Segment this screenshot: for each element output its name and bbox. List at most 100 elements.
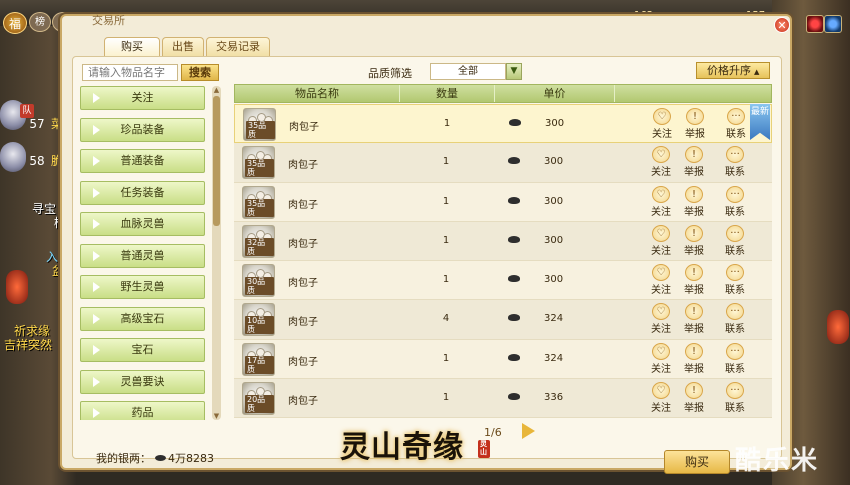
follow-button[interactable]: ♡ 关注 bbox=[644, 342, 678, 375]
item-price: 300 bbox=[544, 156, 564, 168]
follow-button[interactable]: ♡ 关注 bbox=[644, 303, 678, 335]
table-row[interactable]: 35品质 肉包子 1 300 ♡ 关注! 举报 ··· 联系 bbox=[234, 182, 772, 222]
sort-price-button[interactable]: 价格升序 ▲ bbox=[696, 62, 770, 79]
report-button[interactable]: ! 举报 bbox=[678, 108, 712, 140]
chat-bubble-icon: ··· bbox=[726, 382, 744, 400]
map-icon[interactable] bbox=[824, 15, 842, 33]
party-member-avatar[interactable] bbox=[0, 142, 26, 172]
close-button[interactable]: ✕ bbox=[774, 17, 790, 33]
buy-button[interactable]: 购买 bbox=[664, 450, 730, 474]
tab-history[interactable]: 交易记录 bbox=[206, 37, 270, 56]
item-name: 肉包子 bbox=[288, 160, 318, 172]
follow-label: 关注 bbox=[651, 403, 671, 415]
meat-bun-icon: 10品质 bbox=[242, 303, 275, 337]
category-item[interactable]: 关注 bbox=[80, 86, 205, 110]
category-item[interactable]: 任务装备 bbox=[80, 180, 205, 205]
table-row[interactable]: 32品质 肉包子 1 300 ♡ 关注! 举报 ··· 联系 bbox=[234, 221, 772, 262]
contact-button[interactable]: ··· 联系 bbox=[718, 146, 752, 178]
contact-button[interactable]: ··· 联系 bbox=[718, 303, 752, 335]
follow-button[interactable]: ♡ 关注 bbox=[644, 224, 678, 257]
listing-table: 35品质 肉包子 1 300 ♡ 关注! 举报 ··· 联系 35品质 肉包子 1 300 ♡ 关注! 举报 ·… bbox=[234, 104, 772, 419]
category-label: 普通装备 bbox=[120, 154, 165, 167]
category-item[interactable]: 药品 bbox=[80, 401, 205, 420]
follow-button[interactable]: ♡ 关注 bbox=[644, 146, 678, 178]
quality-tag: 35品质 bbox=[245, 159, 274, 178]
item-quantity: 1 bbox=[442, 234, 450, 246]
category-item[interactable]: 普通灵兽 bbox=[80, 243, 205, 268]
contact-button[interactable]: ··· 联系 bbox=[718, 185, 752, 218]
exclamation-icon: ! bbox=[685, 224, 703, 242]
table-row[interactable]: 30品质 肉包子 1 300 ♡ 关注! 举报 ··· 联系 bbox=[234, 261, 772, 301]
category-item[interactable]: 灵兽要诀 bbox=[80, 369, 205, 394]
scroll-up-icon[interactable]: ▲ bbox=[212, 86, 221, 94]
table-row[interactable]: 10品质 肉包子 4 324 ♡ 关注! 举报 ··· 联系 bbox=[234, 300, 772, 340]
category-item[interactable]: 普通装备 bbox=[80, 149, 205, 173]
item-quantity: 1 bbox=[442, 156, 450, 168]
report-button[interactable]: ! 举报 bbox=[677, 185, 711, 218]
search-button[interactable]: 搜索 bbox=[181, 64, 219, 81]
window-title: 交易所 bbox=[92, 14, 125, 27]
exchange-tabs: 购买 出售 交易记录 bbox=[104, 37, 270, 56]
scroll-thumb[interactable] bbox=[213, 96, 220, 226]
report-button[interactable]: ! 举报 bbox=[677, 264, 711, 296]
item-quantity: 1 bbox=[442, 274, 450, 286]
report-button[interactable]: ! 举报 bbox=[677, 224, 711, 257]
report-button[interactable]: ! 举报 bbox=[677, 146, 711, 178]
report-button[interactable]: ! 举报 bbox=[677, 342, 711, 375]
contact-label: 联系 bbox=[725, 245, 745, 257]
side-quest-text[interactable]: 吉祥突然 bbox=[4, 336, 52, 353]
chevron-down-icon[interactable]: ▼ bbox=[506, 63, 522, 80]
settings-icon[interactable] bbox=[806, 15, 824, 33]
contact-button[interactable]: ··· 联系 bbox=[718, 264, 752, 296]
report-button[interactable]: ! 举报 bbox=[677, 303, 711, 335]
follow-button[interactable]: ♡ 关注 bbox=[644, 185, 678, 218]
item-price: 300 bbox=[545, 118, 565, 129]
contact-button[interactable]: ··· 联系 bbox=[718, 382, 752, 414]
table-row[interactable]: 35品质 肉包子 1 300 ♡ 关注! 举报 ··· 联系 bbox=[234, 104, 772, 144]
table-row[interactable]: 35品质 肉包子 1 300 ♡ 关注! 举报 ··· 联系 bbox=[234, 143, 772, 183]
silver-coin-icon bbox=[508, 157, 520, 165]
report-label: 举报 bbox=[685, 129, 705, 140]
logo-stamp: 灵山 bbox=[478, 439, 490, 458]
header-quantity: 数量 bbox=[400, 85, 495, 102]
table-row[interactable]: 17品质 肉包子 1 324 ♡ 关注! 举报 ··· 联系 bbox=[234, 339, 772, 380]
quality-filter-select[interactable]: 全部 bbox=[430, 63, 506, 80]
play-arrow-icon bbox=[93, 282, 100, 292]
silver-coin-icon bbox=[155, 455, 166, 461]
follow-button[interactable]: ♡ 关注 bbox=[644, 264, 678, 296]
play-arrow-icon bbox=[93, 376, 100, 387]
item-search-input[interactable] bbox=[82, 64, 178, 81]
next-page-arrow-icon[interactable] bbox=[522, 423, 535, 439]
category-item[interactable]: 珍品装备 bbox=[80, 117, 205, 142]
contact-button[interactable]: ··· 联系 bbox=[719, 108, 753, 140]
category-item[interactable]: 高级宝石 bbox=[80, 306, 205, 331]
report-button[interactable]: ! 举报 bbox=[677, 382, 711, 414]
follow-button[interactable]: ♡ 关注 bbox=[645, 108, 679, 140]
contact-button[interactable]: ··· 联系 bbox=[718, 342, 752, 375]
tab-buy[interactable]: 购买 bbox=[104, 37, 160, 56]
triangle-up-icon: ▲ bbox=[754, 68, 760, 76]
silver-coin-icon bbox=[508, 196, 520, 204]
silver-coin-icon bbox=[508, 393, 520, 401]
item-name: 肉包子 bbox=[288, 199, 318, 211]
exclamation-icon: ! bbox=[685, 264, 703, 282]
quality-tag: 30品质 bbox=[245, 277, 274, 296]
table-row[interactable]: 20品质 肉包子 1 336 ♡ 关注! 举报 ··· 联系 bbox=[234, 379, 772, 419]
category-label: 珍品装备 bbox=[120, 122, 165, 136]
category-label: 任务装备 bbox=[120, 185, 165, 199]
category-item[interactable]: 宝石 bbox=[80, 338, 205, 362]
category-scrollbar[interactable]: ▲ ▼ bbox=[212, 86, 221, 420]
follow-button[interactable]: ♡ 关注 bbox=[644, 382, 678, 414]
ranking-button[interactable]: 榜 bbox=[29, 12, 51, 32]
header-unit-price: 单价 bbox=[495, 85, 615, 102]
fortune-button[interactable]: 福 bbox=[3, 12, 27, 34]
scroll-down-icon[interactable]: ▼ bbox=[212, 412, 221, 420]
listing-table-header: 物品名称 数量 单价 bbox=[234, 84, 772, 103]
contact-button[interactable]: ··· 联系 bbox=[718, 224, 752, 257]
side-quest-text[interactable]: 寻宝 bbox=[32, 200, 56, 217]
report-label: 举报 bbox=[684, 245, 704, 257]
category-item[interactable]: 野生灵兽 bbox=[80, 275, 205, 299]
tab-sell[interactable]: 出售 bbox=[162, 37, 204, 56]
silver-balance: 我的银两： 4万8283 bbox=[96, 450, 214, 466]
category-item[interactable]: 血脉灵兽 bbox=[80, 212, 205, 236]
